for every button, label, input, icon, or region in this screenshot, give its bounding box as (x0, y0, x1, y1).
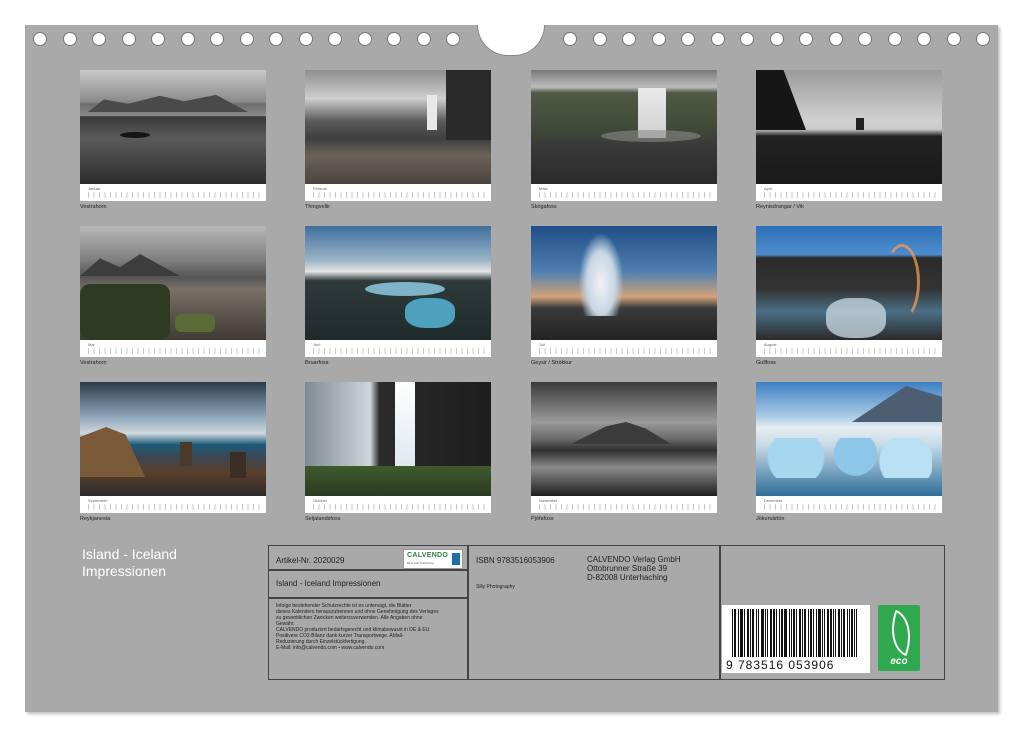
month-thumbnail-11: November Pjófafoss (531, 382, 717, 522)
binding-hole (947, 32, 961, 46)
binding-hole (917, 32, 931, 46)
binding-hole (92, 32, 106, 46)
legal-notice: Infolge bestehender Schutzrechte ist es … (276, 603, 464, 651)
barcode-bars (732, 609, 860, 657)
month-caption: Thingvellir (305, 204, 491, 210)
binding-hole (740, 32, 754, 46)
isbn-barcode: 9 783516 053906 (722, 605, 870, 673)
calendar-title: Island - Iceland Impressionen (82, 546, 177, 580)
month-caption: Pjófafoss (531, 516, 717, 522)
binding-hole (976, 32, 990, 46)
binding-hole (328, 32, 342, 46)
month-thumbnail-2: Februar Thingvellir (305, 70, 491, 210)
month-thumbnail-3: März Skógafoss (531, 70, 717, 210)
isbn: ISBN 9783516053906 (476, 556, 555, 565)
binding-hole (122, 32, 136, 46)
binding-hole (33, 32, 47, 46)
photo-vestrahorn-2 (80, 226, 266, 340)
publisher-address: CALVENDO Verlag GmbHOttobrunner Straße 3… (587, 555, 681, 582)
binding-hole (181, 32, 195, 46)
author: Silly Photography (476, 584, 515, 590)
month-caption: Geysir / Strokkur (531, 360, 717, 366)
article-number: Artikel-Nr. 2020029 (276, 556, 344, 565)
photo-geysir-strokkur (531, 226, 717, 340)
month-caption: Reynisdrangar / Vik (756, 204, 942, 210)
barcode-number: 9 783516 053906 (726, 658, 834, 672)
binding-hole (799, 32, 813, 46)
binding-hole (299, 32, 313, 46)
binding-hole (622, 32, 636, 46)
binding-hole (711, 32, 725, 46)
photo-thingvellir (305, 70, 491, 184)
month-thumbnail-7: Juli Geysir / Strokkur (531, 226, 717, 366)
binding-hole (563, 32, 577, 46)
binding-hole (858, 32, 872, 46)
publisher-line: D-82008 Unterhaching (587, 573, 681, 582)
binding-hole (151, 32, 165, 46)
binding-hole (888, 32, 902, 46)
binding-hole (829, 32, 843, 46)
month-thumbnail-4: April Reynisdrangar / Vik (756, 70, 942, 210)
month-caption: Vestrahorn (80, 360, 266, 366)
photo-pjofafoss (531, 382, 717, 496)
photo-jokulsarlon (756, 382, 942, 496)
month-thumbnail-8: August Gullfoss (756, 226, 942, 366)
month-thumbnail-9: September Reykjanesta (80, 382, 266, 522)
binding-hole (358, 32, 372, 46)
binding-hole (240, 32, 254, 46)
product-title: Island - Iceland Impressionen (276, 579, 381, 588)
month-caption: Bruarfoss (305, 360, 491, 366)
photo-skogafoss (531, 70, 717, 184)
publisher-line: CALVENDO Verlag GmbH (587, 555, 681, 564)
month-thumbnail-12: Dezember Jökursárlón (756, 382, 942, 522)
month-caption: Jökursárlón (756, 516, 942, 522)
month-caption: Skógafoss (531, 204, 717, 210)
binding-hole (269, 32, 283, 46)
eco-badge: eco (878, 605, 920, 671)
photo-gullfoss (756, 226, 942, 340)
photo-reykjanesta (80, 382, 266, 496)
month-thumbnail-1: Januar Vestrahorn (80, 70, 266, 210)
leaf-icon (882, 610, 920, 656)
binding-hole (63, 32, 77, 46)
month-thumbnail-10: Oktober Seljalandsfoss (305, 382, 491, 522)
photo-reynisdrangar (756, 70, 942, 184)
binding-hole (417, 32, 431, 46)
binding-hole (593, 32, 607, 46)
month-thumbnail-5: Mai Vestrahorn (80, 226, 266, 366)
binding-hole (770, 32, 784, 46)
photo-vestrahorn (80, 70, 266, 184)
binding-hole (681, 32, 695, 46)
legal-line: E-Mail: info@calvendo.com • www.calvendo… (276, 645, 464, 651)
binding-hole (210, 32, 224, 46)
binding-hole (652, 32, 666, 46)
calvendo-logo: CALVENDO Best Self-Publishing (403, 549, 463, 569)
binding-hole (446, 32, 460, 46)
month-thumbnail-6: Juni Bruarfoss (305, 226, 491, 366)
month-caption: Vestrahorn (80, 204, 266, 210)
binding-hole (387, 32, 401, 46)
publisher-line: Ottobrunner Straße 39 (587, 564, 681, 573)
photo-seljalandsfoss (305, 382, 491, 496)
month-caption: Seljalandsfoss (305, 516, 491, 522)
month-caption: Gullfoss (756, 360, 942, 366)
photo-bruarfoss (305, 226, 491, 340)
month-caption: Reykjanesta (80, 516, 266, 522)
